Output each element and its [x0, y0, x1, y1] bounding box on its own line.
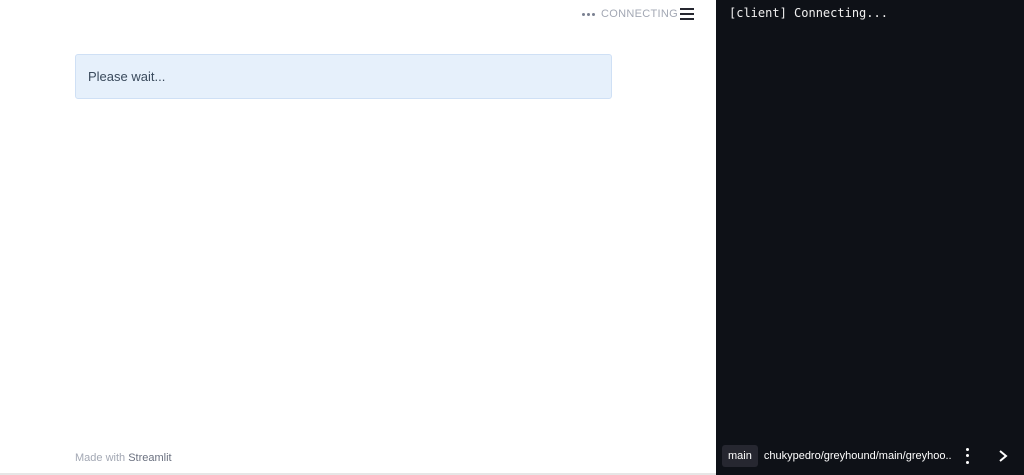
chevron-right-icon[interactable]: [998, 449, 1008, 463]
alert-text: Please wait...: [88, 69, 166, 84]
branch-badge[interactable]: main: [722, 444, 758, 467]
footer-streamlit-link[interactable]: Streamlit: [128, 452, 171, 464]
window: CONNECTING Please wait... Made with Stre…: [0, 0, 1024, 475]
connection-status: CONNECTING: [582, 8, 678, 20]
kebab-menu-icon[interactable]: [965, 447, 970, 464]
log-line: [client] Connecting...: [729, 6, 888, 20]
terminal-bottom-bar: main chukypedro/greyhound/main/greyhoo..…: [716, 436, 1024, 475]
repo-path[interactable]: chukypedro/greyhound/main/greyhoo...: [764, 450, 952, 462]
footer-made-with: Made with: [75, 452, 129, 464]
hamburger-menu-icon[interactable]: [680, 8, 694, 22]
info-alert: Please wait...: [75, 54, 612, 99]
ellipsis-icon: [582, 12, 595, 16]
app-main: CONNECTING Please wait... Made with Stre…: [0, 0, 716, 475]
footer: Made with Streamlit: [75, 452, 172, 464]
connection-status-label: CONNECTING: [601, 8, 678, 20]
terminal-panel: [client] Connecting... main chukypedro/g…: [716, 0, 1024, 475]
